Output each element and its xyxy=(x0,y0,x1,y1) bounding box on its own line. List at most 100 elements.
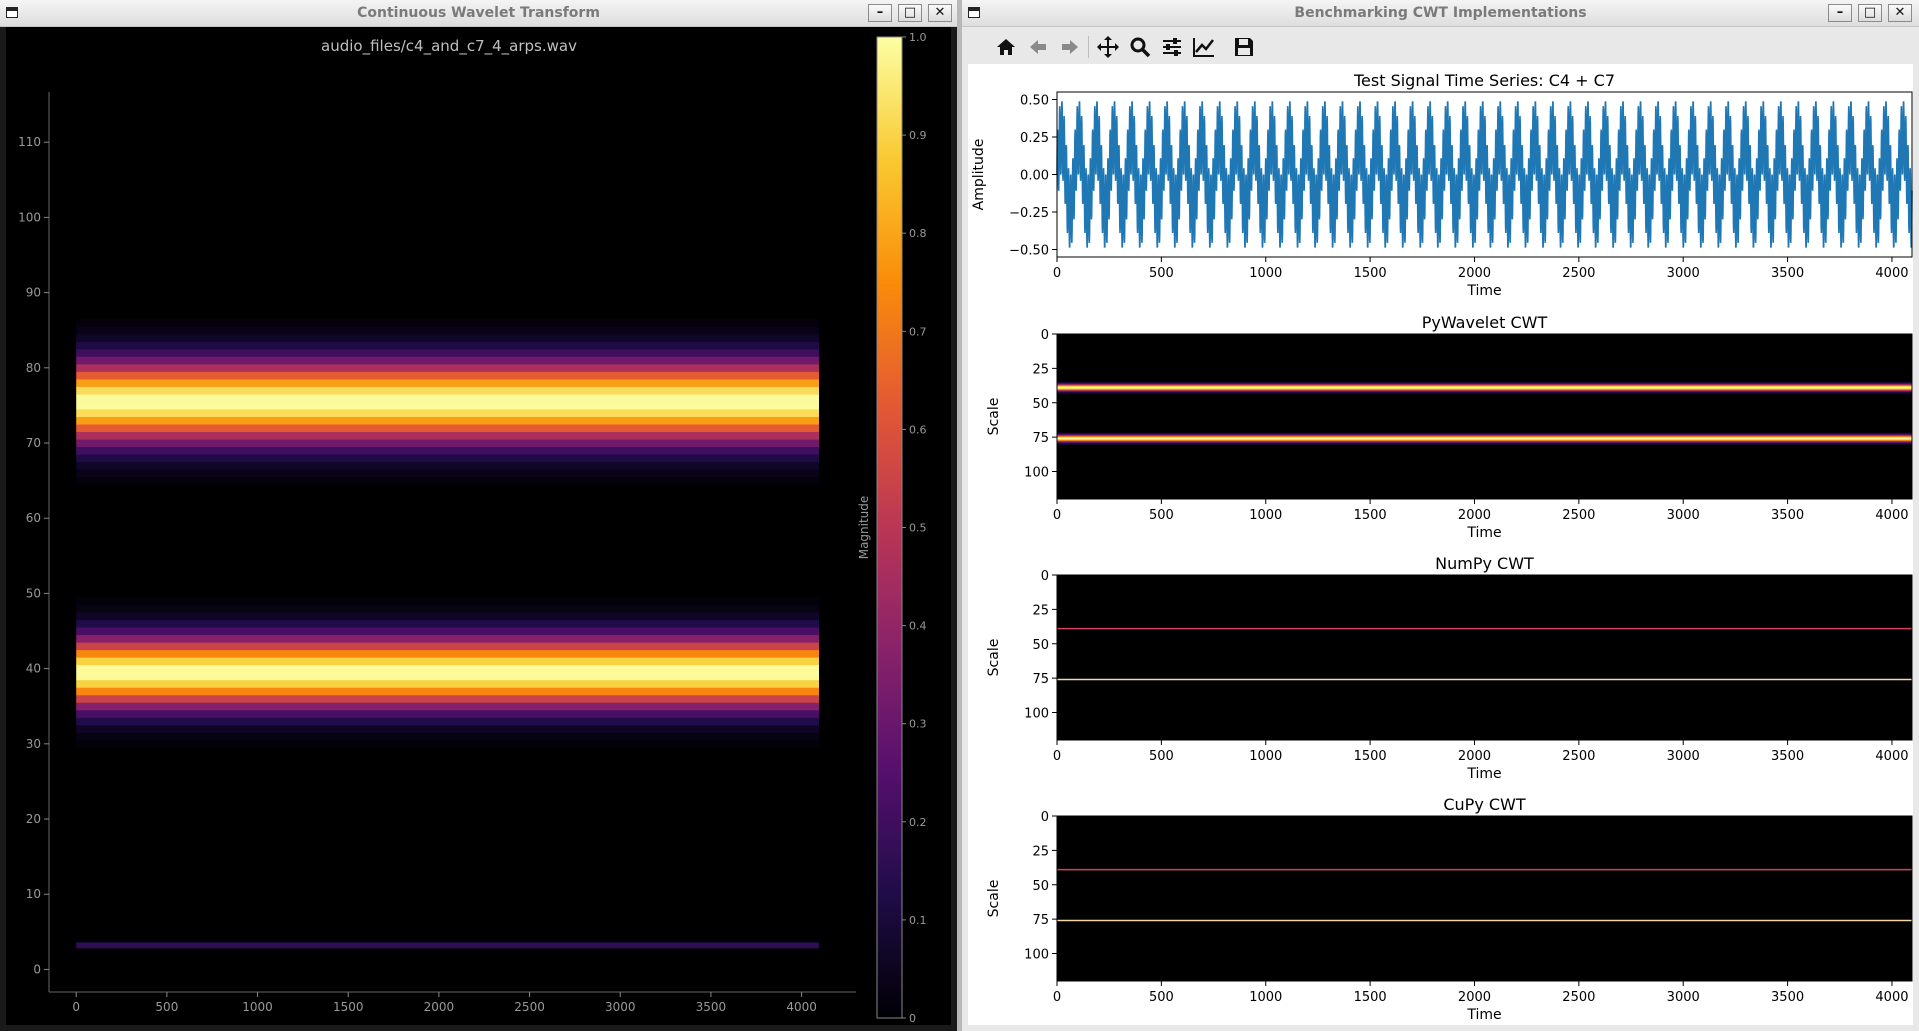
heatmap-row xyxy=(76,409,820,417)
heatmap-row xyxy=(76,439,820,448)
save-icon[interactable] xyxy=(1230,32,1258,62)
x-tick-label: 1000 xyxy=(242,1000,273,1014)
x-tick-label: 3500 xyxy=(1771,990,1804,1005)
heatmap-row xyxy=(76,732,820,741)
x-tick-label: 0 xyxy=(1053,508,1061,523)
y-tick-label: 10 xyxy=(26,887,41,901)
x-tick-label: 1000 xyxy=(1249,508,1282,523)
chart-title: audio_files/c4_and_c7_4_arps.wav xyxy=(321,37,577,56)
x-tick-label: 2000 xyxy=(1458,266,1491,281)
heatmap-row xyxy=(76,431,820,440)
x-tick-label: 2000 xyxy=(1458,508,1491,523)
colorbar-tick-label: 0.2 xyxy=(909,816,927,829)
heatmap-row xyxy=(76,709,820,718)
heatmap-row xyxy=(76,401,820,410)
figure-background xyxy=(6,27,951,1025)
y-axis-label: Scale xyxy=(986,398,1002,436)
home-icon[interactable] xyxy=(992,32,1020,62)
colorbar-tick-label: 0.1 xyxy=(909,914,927,927)
benchmark-window-titlebar[interactable]: Benchmarking CWT Implementations – □ ✕ xyxy=(962,0,1919,27)
heatmap-row xyxy=(76,371,820,380)
y-tick-label: 70 xyxy=(26,436,41,450)
maximize-button[interactable]: □ xyxy=(1858,4,1882,22)
x-tick-label: 1500 xyxy=(333,1000,364,1014)
heatmap-row xyxy=(76,627,820,636)
back-arrow-icon[interactable] xyxy=(1024,32,1052,62)
heatmap-row xyxy=(76,416,820,425)
y-tick-label: 50 xyxy=(1032,397,1049,412)
minimize-button[interactable]: – xyxy=(1828,4,1852,22)
cwt-spectrogram-chart[interactable]: audio_files/c4_and_c7_4_arps.wav0 500 1000… xyxy=(6,27,951,1025)
x-tick-label: 4000 xyxy=(1875,266,1908,281)
x-tick-label: 3000 xyxy=(1667,508,1700,523)
close-button[interactable]: ✕ xyxy=(1888,4,1912,22)
heatmap-row xyxy=(76,597,820,606)
x-tick-label: 500 xyxy=(1149,990,1174,1005)
colorbar-tick-label: 0.4 xyxy=(909,620,927,633)
pywavelet-cwt-axes: PyWavelet CWT02550751000 500 1000 1500 2000 2… xyxy=(986,313,1913,541)
test-signal-axes: Test Signal Time Series: C4 + C7 −0.50 −0.… xyxy=(971,71,1913,299)
x-tick-label: 0 xyxy=(72,1000,80,1014)
heatmap-background xyxy=(1057,334,1912,499)
heatmap-row xyxy=(76,386,820,395)
x-tick-label: 2000 xyxy=(1458,990,1491,1005)
y-tick-label: 0 xyxy=(1041,569,1049,584)
x-tick-label: 1000 xyxy=(1249,749,1282,764)
x-tick-label: 3000 xyxy=(1667,749,1700,764)
y-tick-label: 50 xyxy=(26,586,41,600)
heatmap-row xyxy=(76,394,820,402)
maximize-button[interactable]: □ xyxy=(898,4,922,22)
zoom-icon[interactable] xyxy=(1126,32,1154,62)
heatmap-row xyxy=(76,424,820,433)
cupy-cwt-axes: CuPy CWT02550751000 500 1000 1500 2000 2500 30… xyxy=(986,795,1913,1023)
y-tick-label: 0.50 xyxy=(1020,94,1049,109)
configure-subplots-icon[interactable] xyxy=(1158,32,1186,62)
y-axis-label: Scale xyxy=(986,880,1002,918)
heatmap-row xyxy=(76,717,820,726)
pan-icon[interactable] xyxy=(1094,32,1122,62)
x-tick-label: 1500 xyxy=(1354,749,1387,764)
heatmap-row xyxy=(76,333,820,342)
colorbar xyxy=(876,36,903,1019)
y-tick-label: −0.50 xyxy=(1009,244,1049,259)
x-tick-label: 3500 xyxy=(696,1000,727,1014)
window-title: Continuous Wavelet Transform xyxy=(357,5,600,21)
y-tick-label: 25 xyxy=(1032,844,1049,859)
y-tick-label: 25 xyxy=(1032,603,1049,618)
y-tick-label: 75 xyxy=(1032,672,1049,687)
y-tick-label: −0.25 xyxy=(1009,206,1049,221)
minimize-button[interactable]: – xyxy=(868,4,892,22)
y-tick-label: 50 xyxy=(1032,638,1049,653)
x-tick-label: 0 xyxy=(1053,990,1061,1005)
x-tick-label: 3500 xyxy=(1771,508,1804,523)
x-tick-label: 0 xyxy=(1053,749,1061,764)
matplotlib-toolbar xyxy=(968,30,1913,66)
y-tick-label: 100 xyxy=(18,210,41,224)
heatmap-background xyxy=(1057,816,1912,981)
heatmap-background xyxy=(1057,575,1912,740)
heatmap-low-band xyxy=(76,942,820,949)
x-tick-label: 3000 xyxy=(605,1000,636,1014)
x-tick-label: 500 xyxy=(1149,508,1174,523)
y-tick-label: 60 xyxy=(26,511,41,525)
x-tick-label: 3000 xyxy=(1667,266,1700,281)
y-tick-label: 0 xyxy=(1041,810,1049,825)
y-tick-label: 0 xyxy=(1041,328,1049,343)
edit-axis-icon[interactable] xyxy=(1190,32,1218,62)
x-tick-label: 1500 xyxy=(1354,508,1387,523)
subplot-title: CuPy CWT xyxy=(1443,795,1526,814)
y-tick-label: 100 xyxy=(1024,466,1049,481)
colorbar-tick-label: 0 xyxy=(909,1012,916,1025)
close-button[interactable]: ✕ xyxy=(928,4,952,22)
benchmark-figure[interactable]: Test Signal Time Series: C4 + C7 −0.50 −0.… xyxy=(968,64,1913,1025)
heatmap-row xyxy=(76,364,820,372)
x-tick-label: 2500 xyxy=(1562,749,1595,764)
forward-arrow-icon[interactable] xyxy=(1056,32,1084,62)
x-tick-label: 1000 xyxy=(1249,990,1282,1005)
y-tick-label: 25 xyxy=(1032,362,1049,377)
cwt-window-titlebar[interactable]: Continuous Wavelet Transform – □ ✕ xyxy=(0,0,957,27)
x-tick-label: 500 xyxy=(1149,266,1174,281)
y-tick-label: 110 xyxy=(18,135,41,149)
y-tick-label: 80 xyxy=(26,361,41,375)
y-tick-label: 75 xyxy=(1032,913,1049,928)
